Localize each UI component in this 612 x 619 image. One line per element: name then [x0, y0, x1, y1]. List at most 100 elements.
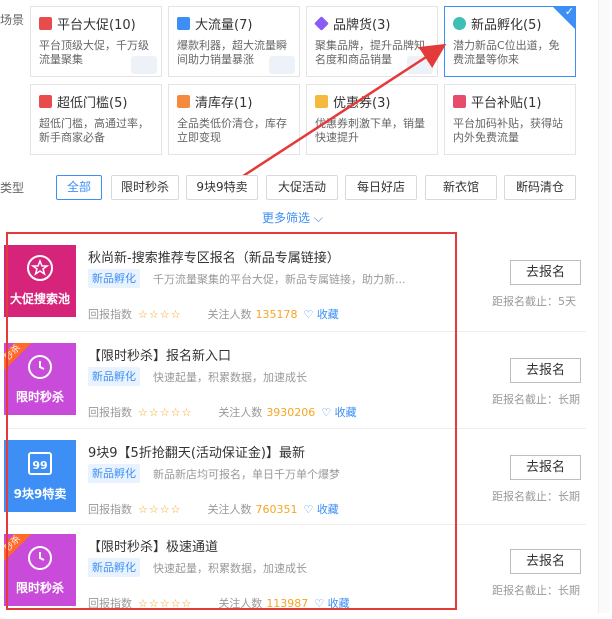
activity-tag: 新品孵化	[88, 367, 140, 386]
activity-meta: 回报指数 ☆☆☆☆☆ 关注人数 3930206 ♡ 收藏	[88, 404, 357, 420]
apply-button[interactable]: 去报名	[510, 455, 581, 480]
activity-desc: 快速起量，积累数据，加速成长	[153, 371, 307, 384]
activity-tag: 新品孵化	[88, 464, 140, 483]
scene-card-platform-subsidy[interactable]: 平台补贴(1) 平台加码补贴，获得站内外免费流量	[444, 84, 576, 155]
return-index-label: 回报指数	[88, 597, 132, 610]
rating-stars: ☆☆☆☆☆	[138, 405, 193, 419]
activity-row: 99 9块9特卖 9块9【5折抢翻天(活动保证金)】最新 新品孵化 新品新店均可…	[0, 428, 586, 525]
chevron-down-icon: ⌵	[313, 211, 323, 225]
favorite-button[interactable]: ♡ 收藏	[303, 501, 338, 517]
favorite-label: 收藏	[316, 308, 339, 321]
rating-stars: ☆☆☆☆	[138, 307, 182, 321]
scene-card-title: 平台大促(10)	[57, 17, 136, 33]
scene-card-new-product-incubation[interactable]: 新品孵化(5) 潜力新品C位出道，免费流量等你来 ✓	[444, 6, 576, 77]
return-index-label: 回报指数	[88, 406, 132, 419]
filter-chip-all[interactable]: 全部	[56, 175, 102, 200]
clock-icon	[28, 355, 52, 379]
thumb-label: 大促搜索池	[9, 292, 70, 306]
thumb-label: 9块9特卖	[13, 487, 67, 501]
favorite-button[interactable]: ♡ 收藏	[303, 306, 338, 322]
deadline-text: 距报名截止：长期	[492, 584, 580, 597]
scene-card-title: 新品孵化(5)	[471, 17, 542, 33]
favorite-button[interactable]: ♡ 收藏	[321, 404, 356, 420]
followers-count: 113987	[266, 596, 309, 610]
scene-card-big-traffic[interactable]: 大流量(7) 爆款利器，超大流量瞬间助力销量暴涨	[168, 6, 300, 77]
scene-card-platform-promo[interactable]: 平台大促(10) 平台顶级大促，千万级流量聚集	[30, 6, 162, 77]
apply-button[interactable]: 去报名	[510, 260, 581, 285]
scene-card-title: 品牌货(3)	[333, 17, 391, 33]
activity-thumb: 大促搜索池	[4, 245, 76, 317]
favorite-label: 收藏	[334, 406, 357, 419]
gift-icon	[453, 94, 466, 108]
activity-thumb: 限时秒杀 秒杀	[4, 343, 76, 415]
activity-row: 限时秒杀 秒杀 【限时秒杀】极速通道 新品孵化 快速起量，积累数据，加速成长 回…	[0, 522, 586, 619]
diamond-icon	[314, 15, 329, 31]
more-filter-link[interactable]: 更多筛选 ⌵	[262, 209, 323, 226]
scene-card-desc: 全品类低价清仓，库存立即变现	[177, 117, 287, 144]
megaphone-icon	[39, 16, 52, 30]
favorite-button[interactable]: ♡ 收藏	[314, 595, 349, 611]
calendar-99-icon: 99	[28, 452, 52, 475]
scene-card-clear-stock[interactable]: 清库存(1) 全品类低价清仓，库存立即变现	[168, 84, 300, 155]
scene-card-title: 优惠券(3)	[333, 95, 391, 111]
activity-title[interactable]: 秋尚新-搜索推荐专区报名（新品专属链接）	[88, 247, 340, 266]
more-filter-label: 更多筛选	[262, 211, 311, 225]
scene-card-title: 超低门槛(5)	[57, 95, 128, 111]
decor-image	[131, 56, 157, 74]
followers-label: 关注人数	[207, 503, 252, 516]
activity-meta: 回报指数 ☆☆☆☆☆ 关注人数 113987 ♡ 收藏	[88, 595, 350, 611]
followers-count: 135178	[255, 307, 298, 321]
filter-chip-flash-sale[interactable]: 限时秒杀	[111, 175, 179, 200]
door-icon	[39, 94, 52, 108]
scene-card-desc: 平台加码补贴，获得站内外免费流量	[453, 117, 563, 144]
check-icon: ✓	[564, 6, 574, 18]
followers-count: 3930206	[266, 405, 316, 419]
scrollbar[interactable]	[598, 0, 610, 613]
scene-card-coupon[interactable]: 优惠券(3) 优惠券刺激下单，销量快速提升	[306, 84, 438, 155]
type-label: 类型	[0, 181, 25, 195]
activity-thumb: 99 9块9特卖	[4, 440, 76, 512]
activity-row: 限时秒杀 秒杀 【限时秒杀】报名新入口 新品孵化 快速起量，积累数据，加速成长 …	[0, 331, 586, 428]
scene-card-desc: 优惠券刺激下单，销量快速提升	[315, 117, 425, 144]
deadline-text: 距报名截止：长期	[492, 393, 580, 406]
activity-tag: 新品孵化	[88, 558, 140, 577]
rating-stars: ☆☆☆☆	[138, 502, 182, 516]
thumb-label: 限时秒杀	[15, 390, 64, 404]
activity-title[interactable]: 【限时秒杀】报名新入口	[88, 345, 231, 364]
scene-card-brand-goods[interactable]: 品牌货(3) 聚集品牌，提升品牌知名度和商品销量	[306, 6, 438, 77]
decor-image	[407, 56, 433, 74]
followers-label: 关注人数	[218, 597, 263, 610]
favorite-label: 收藏	[316, 503, 339, 516]
filter-chip-clearance[interactable]: 断码清仓	[504, 175, 576, 200]
activity-title[interactable]: 【限时秒杀】极速通道	[88, 536, 218, 555]
grid-icon	[177, 16, 190, 30]
scene-card-title: 清库存(1)	[195, 95, 253, 111]
scene-card-title: 平台补贴(1)	[471, 95, 542, 111]
coupon-icon	[315, 94, 328, 108]
activity-desc: 新品新店均可报名，单日千万单个爆梦	[153, 468, 340, 481]
activity-row: 大促搜索池 秋尚新-搜索推荐专区报名（新品专属链接） 新品孵化 千万流量聚集的平…	[0, 233, 586, 330]
filter-chip-new-clothes[interactable]: 新衣馆	[425, 175, 497, 200]
filter-chip-big-promo[interactable]: 大促活动	[266, 175, 338, 200]
egg-icon	[453, 16, 466, 30]
deadline-text: 距报名截止：5天	[492, 295, 576, 308]
filter-chip-daily-shop[interactable]: 每日好店	[345, 175, 417, 200]
return-index-label: 回报指数	[88, 503, 132, 516]
scene-card-low-threshold[interactable]: 超低门槛(5) 超低门槛，高通过率，新手商家必备	[30, 84, 162, 155]
star-circle-icon	[27, 255, 53, 281]
activity-thumb: 限时秒杀 秒杀	[4, 534, 76, 606]
scene-card-desc: 超低门槛，高通过率，新手商家必备	[39, 117, 149, 144]
filter-chip-9-9-sale[interactable]: 9块9特卖	[186, 175, 258, 200]
activity-title[interactable]: 9块9【5折抢翻天(活动保证金)】最新	[88, 442, 305, 461]
scene-label: 场景	[0, 13, 25, 27]
apply-button[interactable]: 去报名	[510, 549, 581, 574]
box-icon	[177, 94, 190, 108]
clock-icon	[28, 546, 52, 570]
activity-meta: 回报指数 ☆☆☆☆ 关注人数 760351 ♡ 收藏	[88, 501, 339, 517]
followers-label: 关注人数	[218, 406, 263, 419]
activity-meta: 回报指数 ☆☆☆☆ 关注人数 135178 ♡ 收藏	[88, 306, 339, 322]
apply-button[interactable]: 去报名	[510, 358, 581, 383]
return-index-label: 回报指数	[88, 308, 132, 321]
decor-image	[269, 56, 295, 74]
scene-card-title: 大流量(7)	[195, 17, 253, 33]
